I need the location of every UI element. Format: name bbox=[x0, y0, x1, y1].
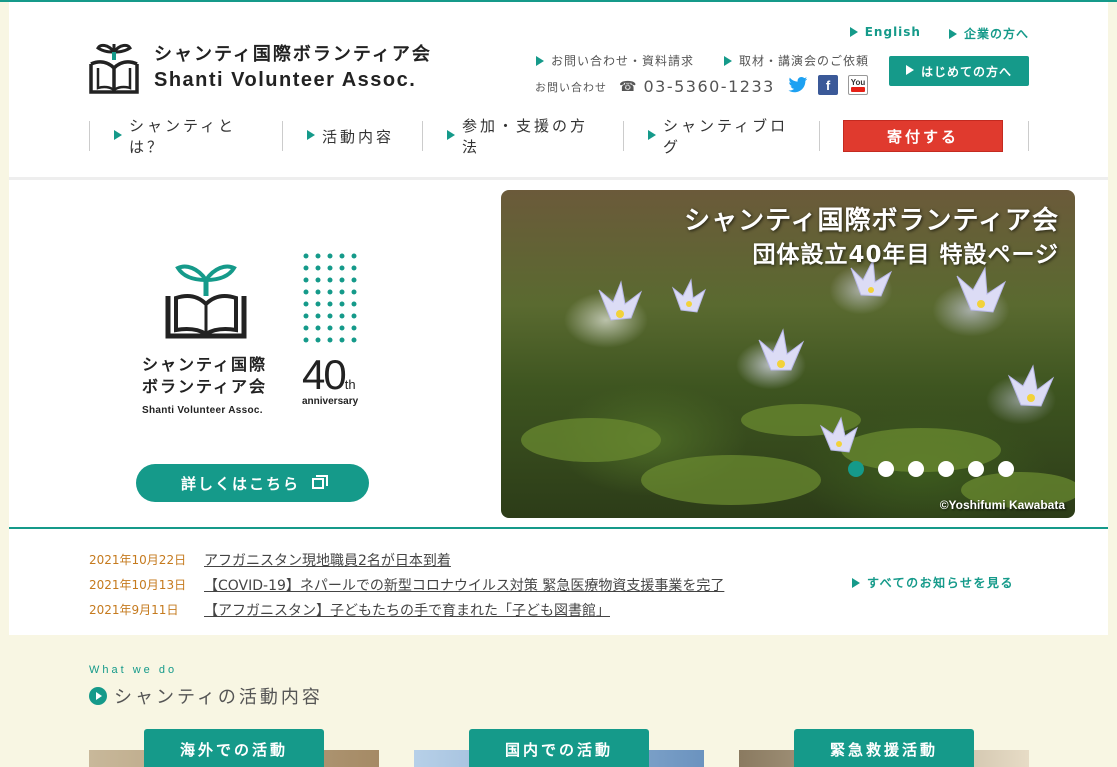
play-circle-icon bbox=[89, 687, 107, 705]
news-title-link[interactable]: 【COVID-19】ネパールでの新型コロナウイルス対策 緊急医療物資支援事業を完… bbox=[204, 575, 724, 595]
first-time-button[interactable]: はじめての方へ bbox=[889, 56, 1029, 86]
photo-credit: ©Yoshifumi Kawabata bbox=[939, 498, 1065, 512]
anniv-logo-en: Shanti Volunteer Assoc. bbox=[142, 405, 263, 416]
triangle-icon bbox=[852, 577, 860, 588]
news-item: 2021年10月13日 【COVID-19】ネパールでの新型コロナウイルス対策 … bbox=[89, 572, 724, 597]
news-date: 2021年10月22日 bbox=[89, 553, 187, 567]
site-logo[interactable]: シャンティ国際ボランティア会 Shanti Volunteer Assoc. bbox=[88, 38, 432, 94]
donate-button[interactable]: 寄付する bbox=[843, 120, 1003, 152]
slide-dot[interactable] bbox=[998, 461, 1014, 477]
anniv-logo-jp-line2: ボランティア会 bbox=[142, 377, 268, 396]
press-request-link[interactable]: 取材・講演会のご依頼 bbox=[724, 52, 869, 69]
triangle-icon bbox=[648, 130, 656, 140]
nav-item-activities[interactable]: 活動内容 bbox=[282, 121, 422, 151]
triangle-icon bbox=[447, 130, 455, 140]
nav-divider bbox=[819, 121, 820, 151]
external-window-icon bbox=[312, 474, 328, 489]
logo-text-jp: シャンティ国際ボランティア会 bbox=[154, 44, 432, 65]
anniversary-logo: シャンティ国際 ボランティア会 Shanti Volunteer Assoc. … bbox=[140, 250, 370, 424]
nav-item-blog[interactable]: シャンティブログ bbox=[623, 117, 819, 156]
anniv-number: 40 bbox=[302, 351, 347, 398]
contact-links: お問い合わせ・資料請求 取材・講演会のご依頼 bbox=[536, 52, 869, 69]
phone-label: お問い合わせ bbox=[535, 80, 607, 94]
triangle-icon bbox=[849, 26, 858, 37]
social-links: f You bbox=[788, 75, 868, 95]
news-date: 2021年10月13日 bbox=[89, 578, 187, 592]
phone-icon: ☎ bbox=[619, 78, 638, 95]
anniv-logo-jp-line1: シャンティ国際 bbox=[142, 355, 268, 374]
section-heading-en: What we do bbox=[89, 664, 178, 676]
news-date: 2021年9月11日 bbox=[89, 603, 179, 617]
news-title-link[interactable]: アフガニスタン現地職員2名が日本到着 bbox=[204, 550, 451, 570]
youtube-icon[interactable]: You bbox=[848, 75, 868, 95]
slide-caption: シャンティ国際ボランティア会 団体設立40年目 特設ページ bbox=[684, 204, 1059, 272]
news-item: 2021年9月11日 【アフガニスタン】子どもたちの手で育まれた「子ども図書館」 bbox=[89, 597, 724, 622]
inquiry-link[interactable]: お問い合わせ・資料請求 bbox=[536, 52, 694, 69]
triangle-icon bbox=[948, 28, 957, 39]
triangle-icon bbox=[536, 55, 544, 66]
triangle-icon bbox=[905, 65, 914, 75]
book-sprout-icon bbox=[89, 43, 139, 94]
triangle-icon bbox=[307, 130, 315, 140]
news-list: 2021年10月22日 アフガニスタン現地職員2名が日本到着 2021年10月1… bbox=[89, 547, 724, 622]
phone-number[interactable]: 03-5360-1233 bbox=[643, 77, 774, 96]
logo-text-en: Shanti Volunteer Assoc. bbox=[154, 69, 417, 91]
nav-item-about[interactable]: シャンティとは？ bbox=[89, 117, 282, 156]
anniv-word: anniversary bbox=[302, 396, 359, 407]
domestic-activities-tab[interactable]: 国内での活動 bbox=[469, 729, 649, 767]
slide-title: シャンティ国際ボランティア会 bbox=[684, 206, 1059, 236]
emergency-relief-tab[interactable]: 緊急救援活動 bbox=[794, 729, 974, 767]
overseas-activities-tab[interactable]: 海外での活動 bbox=[144, 729, 324, 767]
news-item: 2021年10月22日 アフガニスタン現地職員2名が日本到着 bbox=[89, 547, 724, 572]
main-nav: シャンティとは？ 活動内容 参加・支援の方法 シャンティブログ bbox=[89, 117, 820, 156]
slide-dot[interactable] bbox=[848, 461, 864, 477]
news-title-link[interactable]: 【アフガニスタン】子どもたちの手で育まれた「子ども図書館」 bbox=[204, 600, 610, 620]
triangle-icon bbox=[724, 55, 733, 66]
corporate-link[interactable]: 企業の方へ bbox=[948, 25, 1029, 42]
slide-dot[interactable] bbox=[968, 461, 984, 477]
section-heading: シャンティの活動内容 bbox=[89, 683, 323, 709]
details-button[interactable]: 詳しくはこちら bbox=[136, 464, 369, 502]
twitter-icon[interactable] bbox=[788, 75, 808, 95]
nav-divider bbox=[1028, 121, 1029, 151]
slide-dot[interactable] bbox=[938, 461, 954, 477]
slide-subtitle: 団体設立40年目 特設ページ bbox=[752, 242, 1059, 268]
anniv-suffix: th bbox=[344, 377, 356, 392]
phone-contact: お問い合わせ ☎ 03-5360-1233 bbox=[535, 77, 775, 96]
nav-item-support[interactable]: 参加・支援の方法 bbox=[422, 117, 623, 156]
slide-indicators bbox=[848, 461, 1014, 477]
slide-dot[interactable] bbox=[878, 461, 894, 477]
section-heading-jp: シャンティの活動内容 bbox=[114, 687, 323, 708]
triangle-icon bbox=[114, 130, 122, 140]
utility-links: English 企業の方へ bbox=[849, 25, 1029, 42]
english-link[interactable]: English bbox=[849, 25, 921, 42]
facebook-icon[interactable]: f bbox=[818, 75, 838, 95]
slide-dot[interactable] bbox=[908, 461, 924, 477]
all-news-link[interactable]: すべてのお知らせを見る bbox=[852, 574, 1014, 591]
